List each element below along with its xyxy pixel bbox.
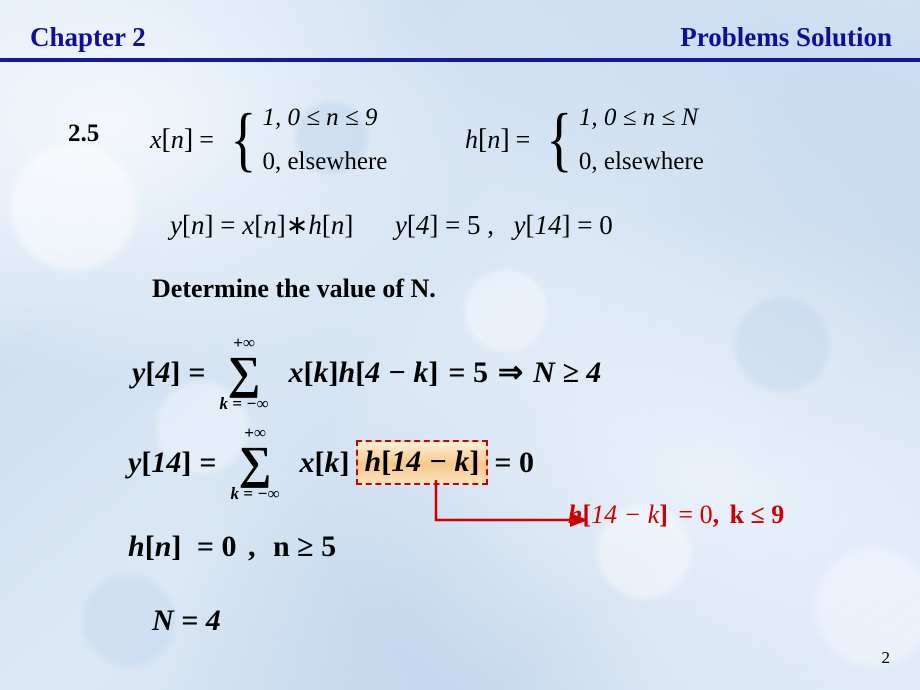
implies-icon: ⇒: [498, 356, 524, 390]
determine-instruction: Determine the value of N.: [152, 274, 436, 303]
y4-conclusion: N ≥ 4: [533, 355, 602, 389]
conv-x: x: [242, 210, 255, 240]
hn-condition: n ≥ 5: [272, 530, 337, 563]
equation-N: N = 4: [152, 604, 221, 637]
slide: Chapter 2 Problems Solution 2.5 x[n] = {…: [0, 0, 920, 690]
boxed-h: h: [364, 445, 382, 479]
conv-comma: ,: [487, 210, 495, 240]
y4-x-term: x: [288, 355, 304, 389]
y4-summation: +∞ ∑ k = −∞: [219, 334, 268, 412]
hn-func: h: [128, 530, 145, 563]
conv-equals: =: [220, 210, 236, 240]
annot-equals-zero: = 0: [678, 500, 713, 529]
y4-lhs: y: [132, 355, 146, 389]
conv-y4: y: [394, 210, 407, 240]
hn-equals-zero: = 0: [196, 530, 237, 563]
y14-x-index: k: [324, 445, 340, 479]
x-function-name: x: [150, 125, 162, 154]
y4-h-term: h: [338, 355, 356, 389]
h-function-arg: n: [487, 125, 501, 154]
annotation-note: h[14 − k] = 0, k ≤ 9: [568, 500, 785, 529]
h-case-2: 0, elsewhere: [578, 148, 704, 175]
equation-hn: h[n] = 0 , n ≥ 5: [128, 530, 337, 563]
y4-h-index: 4 − k: [365, 355, 429, 389]
x-case-2: 0, elsewhere: [262, 148, 388, 175]
hn-arg: n: [154, 530, 172, 563]
annot-arg: 14 − k: [591, 500, 660, 529]
h-equals-sign: =: [515, 125, 531, 154]
y14-lhs-index: 14: [151, 445, 182, 479]
boxed-h-index: 14 − k: [391, 445, 470, 479]
conv-y: y: [170, 210, 182, 240]
annot-comma: ,: [712, 500, 720, 529]
y14-result: = 0: [494, 445, 535, 479]
x-equals-sign: =: [199, 125, 214, 154]
conv-y14-value: = 0: [577, 210, 613, 240]
y14-sum-lower: k = −∞: [230, 483, 280, 503]
conv-y4-value: = 5: [445, 210, 481, 240]
x-case-1: 1, 0 ≤ n ≤ 9: [262, 104, 378, 131]
annot-func: h: [568, 500, 583, 529]
convolution-line: y[n] = x[n]∗h[n] y[4] = 5 , y[14] = 0: [170, 210, 613, 240]
h-definition: h[n] = { 1, 0 ≤ n ≤ N 0, elsewhere: [465, 99, 704, 180]
chapter-title: Chapter 2: [30, 22, 146, 52]
y4-equals: =: [188, 355, 206, 389]
y14-lhs: y: [128, 445, 142, 479]
y4-sum-lower: k = −∞: [219, 393, 269, 413]
annot-condition: k ≤ 9: [729, 500, 785, 529]
equation-y4: y[4] = +∞ ∑ k = −∞ x[k] h[4 − k] = 5 ⇒ N…: [132, 333, 602, 413]
sigma-icon: ∑: [227, 347, 261, 398]
x-brace: {: [230, 99, 257, 180]
y14-equals: =: [199, 445, 217, 479]
section-title: Problems Solution: [680, 22, 892, 52]
header-divider: [0, 58, 920, 62]
conv-y14: y: [513, 210, 526, 240]
item-number: 2.5: [68, 120, 100, 147]
y4-x-index: k: [313, 355, 329, 389]
x-definition: x[n] = { 1, 0 ≤ n ≤ 9 0, elsewhere: [150, 99, 388, 180]
y14-x-term: x: [299, 445, 315, 479]
y4-result: = 5: [448, 355, 489, 389]
h-case-1: 1, 0 ≤ n ≤ N: [578, 104, 699, 131]
page-number: 2: [881, 648, 891, 667]
x-function-arg: n: [170, 125, 184, 154]
h-function-name: h: [465, 125, 478, 154]
y4-lhs-index: 4: [155, 355, 171, 389]
h-brace: {: [546, 99, 573, 180]
hn-comma: ,: [247, 530, 256, 563]
y14-summation: +∞ ∑ k = −∞: [230, 424, 279, 502]
sigma-icon: ∑: [238, 437, 272, 488]
conv-star: ∗: [285, 210, 309, 240]
slide-header: Chapter 2 Problems Solution: [0, 14, 920, 58]
conv-h: h: [308, 210, 322, 240]
